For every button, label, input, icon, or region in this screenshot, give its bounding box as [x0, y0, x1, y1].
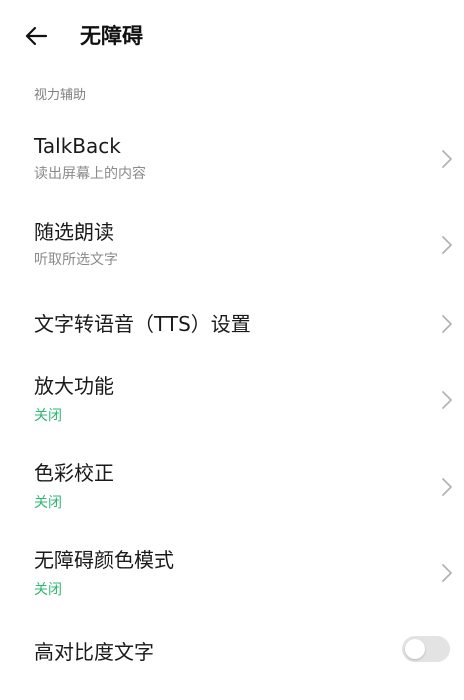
setting-item-magnification[interactable]: 放大功能 关闭: [0, 364, 464, 440]
setting-item-select-to-speak[interactable]: 随选朗读 听取所选文字: [0, 206, 464, 282]
item-title: 色彩校正: [34, 461, 114, 485]
high-contrast-toggle[interactable]: [402, 636, 450, 662]
item-subtitle: 读出屏幕上的内容: [34, 166, 146, 182]
item-title: 无障碍颜色模式: [34, 548, 174, 572]
chevron-right-icon: [440, 562, 454, 584]
setting-item-high-contrast-text[interactable]: 高对比度文字: [0, 624, 464, 680]
setting-item-color-correction[interactable]: 色彩校正 关闭: [0, 452, 464, 528]
chevron-right-icon: [440, 389, 454, 411]
chevron-right-icon: [440, 476, 454, 498]
chevron-right-icon: [440, 148, 454, 170]
back-button[interactable]: [24, 20, 64, 52]
toggle-knob: [405, 639, 425, 659]
chevron-right-icon: [440, 234, 454, 256]
section-header-vision: 视力辅助: [34, 88, 87, 103]
item-title: 随选朗读: [34, 220, 114, 244]
status-off-label: 关闭: [34, 408, 62, 424]
item-title: 放大功能: [34, 374, 114, 398]
item-title: TalkBack: [34, 134, 121, 158]
item-title: 高对比度文字: [34, 640, 154, 664]
item-title: 文字转语音（TTS）设置: [34, 312, 251, 336]
setting-item-talkback[interactable]: TalkBack 读出屏幕上的内容: [0, 120, 464, 196]
setting-item-tts[interactable]: 文字转语音（TTS）设置: [0, 296, 464, 352]
header-bar: 无障碍: [0, 0, 464, 72]
status-off-label: 关闭: [34, 495, 62, 511]
setting-item-accessible-color-mode[interactable]: 无障碍颜色模式 关闭: [0, 540, 464, 616]
status-off-label: 关闭: [34, 582, 62, 598]
back-arrow-icon: [24, 20, 64, 52]
item-subtitle: 听取所选文字: [34, 252, 118, 268]
chevron-right-icon: [440, 313, 454, 335]
page-title: 无障碍: [80, 24, 143, 48]
